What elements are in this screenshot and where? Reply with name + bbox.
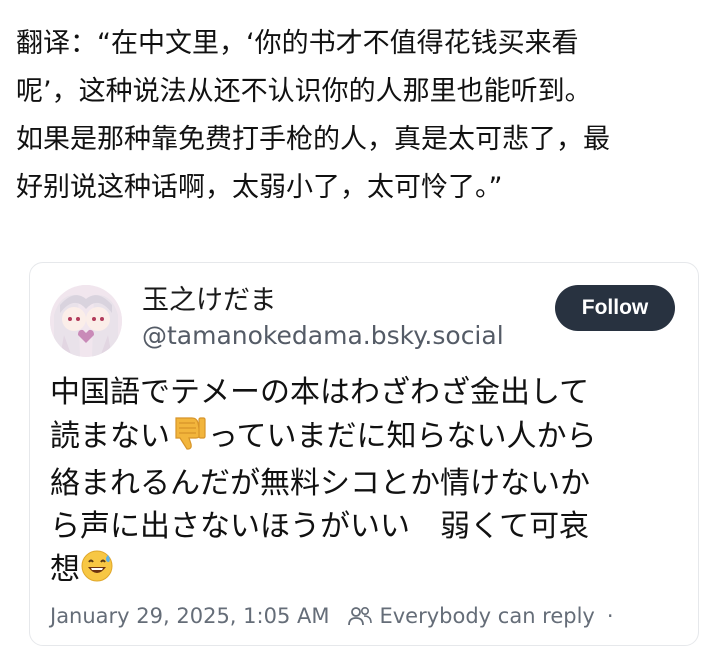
post-line-segment: 読まない xyxy=(50,419,170,454)
post-line: 想 xyxy=(50,548,680,595)
people-icon xyxy=(347,605,373,627)
reply-setting[interactable]: Everybody can reply xyxy=(379,604,594,628)
thumbs-down-icon xyxy=(170,414,208,462)
post-line: 絡まれるんだが無料シコとか情けないか xyxy=(50,466,590,501)
post-line: 読まない っていまだに知らない人から xyxy=(50,414,680,462)
follow-button[interactable]: Follow xyxy=(555,285,675,331)
separator-dot: · xyxy=(606,604,614,628)
post-line-segment: 想 xyxy=(50,552,80,587)
avatar[interactable] xyxy=(50,285,122,357)
caption-text: 翻译：“在中文里，‘你的书才不值得花钱买来看 呢’，这种说法从还不认识你的人那里… xyxy=(16,20,712,212)
post-text: 中国語でテメーの本はわざわざ金出して 読まない っていまだに知らない人から 絡ま… xyxy=(50,371,680,595)
display-name[interactable]: 玉之けだま xyxy=(142,283,276,319)
caption-line: 如果是那种靠免费打手枪的人，真是太可悲了，最 xyxy=(16,124,610,155)
post-timestamp[interactable]: January 29, 2025, 1:05 AM xyxy=(50,604,329,628)
post-footer: January 29, 2025, 1:05 AM Everybody can … xyxy=(50,599,614,633)
sweat-smile-icon xyxy=(80,549,114,595)
caption-line: 呢’，这种说法从还不认识你的人那里也能听到。 xyxy=(16,76,592,107)
avatar-illustration xyxy=(50,285,122,357)
caption-line: 好别说这种话啊，太弱小了，太可怜了。” xyxy=(16,172,503,203)
embedded-post-card[interactable]: 玉之けだま @tamanokedama.bsky.social Follow 中… xyxy=(29,262,699,646)
post-line-segment: っていまだに知らない人から xyxy=(208,419,597,454)
post-line: 中国語でテメーの本はわざわざ金出して xyxy=(50,375,590,410)
handle[interactable]: @tamanokedama.bsky.social xyxy=(142,319,504,353)
post-line: ら声に出さないほうがいい 弱くて可哀 xyxy=(50,509,590,544)
caption-line: 翻译：“在中文里，‘你的书才不值得花钱买来看 xyxy=(16,28,579,59)
